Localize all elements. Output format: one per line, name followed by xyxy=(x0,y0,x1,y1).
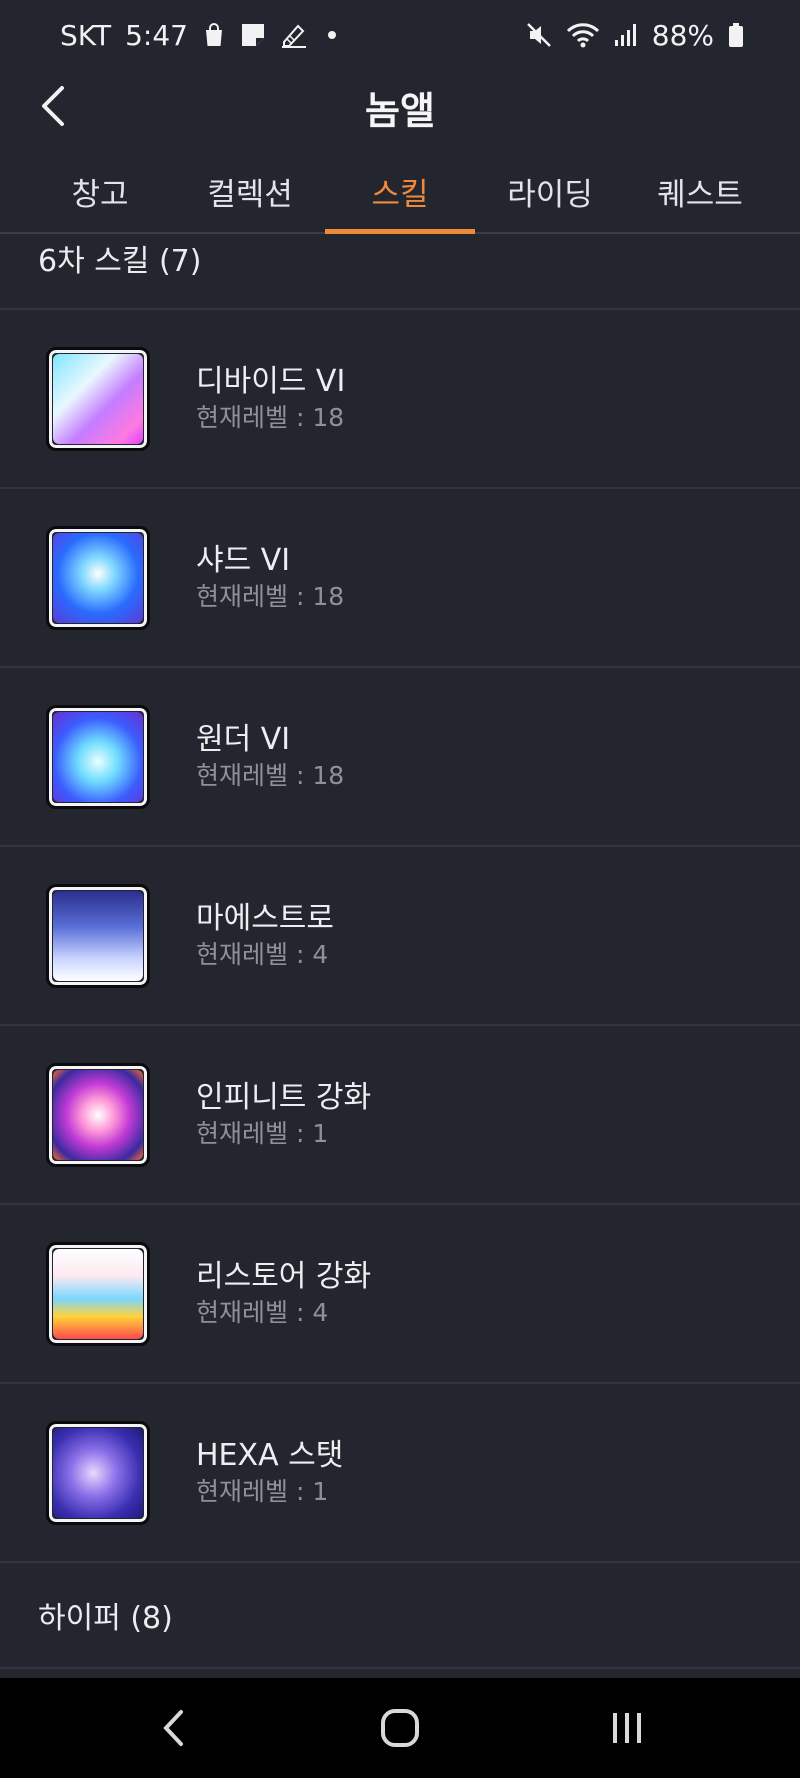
note-icon xyxy=(240,22,266,48)
skill-name: 샤드 VI xyxy=(196,542,291,578)
skill-name: 원더 VI xyxy=(196,721,291,757)
skill-row-shard[interactable]: 샤드 VI 현재레벨 : 18 xyxy=(0,489,800,668)
mute-icon xyxy=(526,22,552,48)
edit-icon xyxy=(280,22,308,48)
clock: 5:47 xyxy=(125,18,188,52)
skill-row-wonder[interactable]: 원더 VI 현재레벨 : 18 xyxy=(0,668,800,847)
tab-bar: 창고 컬렉션 스킬 라이딩 퀘스트 xyxy=(0,150,800,234)
tab-storage[interactable]: 창고 xyxy=(25,150,175,232)
restore-skill-icon xyxy=(46,1241,150,1346)
skill-level: 현재레벨 : 18 xyxy=(196,581,345,611)
tab-riding[interactable]: 라이딩 xyxy=(475,150,625,232)
shard-skill-icon xyxy=(46,525,150,630)
skill-level: 현재레벨 : 4 xyxy=(196,1297,329,1327)
skill-name: 디바이드 VI xyxy=(196,363,346,399)
nav-recents-button[interactable] xyxy=(567,1688,687,1768)
carrier-label: SKT xyxy=(60,18,112,52)
shopping-bag-icon xyxy=(202,22,226,48)
divide-skill-icon xyxy=(46,346,150,451)
skill-name: 리스토어 강화 xyxy=(196,1258,372,1294)
status-bar: SKT 5:47 88% xyxy=(0,0,800,70)
skill-name: 인피니트 강화 xyxy=(196,1079,372,1115)
notification-dot xyxy=(327,31,336,39)
skill-row-divide[interactable]: 디바이드 VI 현재레벨 : 18 xyxy=(0,310,800,489)
skill-row-infinite[interactable]: 인피니트 강화 현재레벨 : 1 xyxy=(0,1026,800,1205)
skill-level: 현재레벨 : 18 xyxy=(196,760,345,790)
wifi-icon xyxy=(566,22,600,48)
skill-row-hexa-stat[interactable]: HEXA 스탯 현재레벨 : 1 xyxy=(0,1384,800,1563)
skill-level: 현재레벨 : 18 xyxy=(196,402,345,432)
hexa-stat-icon xyxy=(46,1420,150,1525)
tab-collection[interactable]: 컬렉션 xyxy=(175,150,325,232)
recents-nav-icon xyxy=(612,1713,641,1743)
section-header-6th-skill: 6차 스킬 (7) xyxy=(0,236,800,310)
back-nav-icon xyxy=(163,1710,184,1746)
skill-name: HEXA 스탯 xyxy=(196,1437,344,1473)
tab-quest[interactable]: 퀘스트 xyxy=(625,150,775,232)
skill-level: 현재레벨 : 4 xyxy=(196,939,329,969)
home-nav-icon xyxy=(380,1709,419,1747)
battery-icon xyxy=(728,22,744,48)
page-title: 놈앨 xyxy=(365,89,435,133)
skill-level: 현재레벨 : 1 xyxy=(196,1118,329,1148)
status-right: 88% xyxy=(526,19,744,52)
battery-percent: 88% xyxy=(651,18,714,52)
signal-icon xyxy=(614,23,638,47)
nav-back-button[interactable] xyxy=(113,1688,233,1768)
skill-list[interactable]: 6차 스킬 (7) 디바이드 VI 현재레벨 : 18 샤드 VI 현재레벨 :… xyxy=(0,236,800,1669)
system-nav-bar xyxy=(0,1678,800,1778)
maestro-skill-icon xyxy=(46,883,150,988)
wonder-skill-icon xyxy=(46,704,150,809)
status-left: SKT 5:47 xyxy=(60,19,336,52)
skill-row-maestro[interactable]: 마에스트로 현재레벨 : 4 xyxy=(0,847,800,1026)
infinite-skill-icon xyxy=(46,1062,150,1167)
skill-level: 현재레벨 : 1 xyxy=(196,1476,329,1506)
skill-row-restore[interactable]: 리스토어 강화 현재레벨 : 4 xyxy=(0,1205,800,1384)
nav-home-button[interactable] xyxy=(340,1688,460,1768)
tab-skill[interactable]: 스킬 xyxy=(325,150,475,234)
skill-name: 마에스트로 xyxy=(196,900,334,936)
section-header-hyper[interactable]: 하이퍼 (8) xyxy=(0,1563,800,1669)
app-header: 놈앨 xyxy=(0,70,800,140)
